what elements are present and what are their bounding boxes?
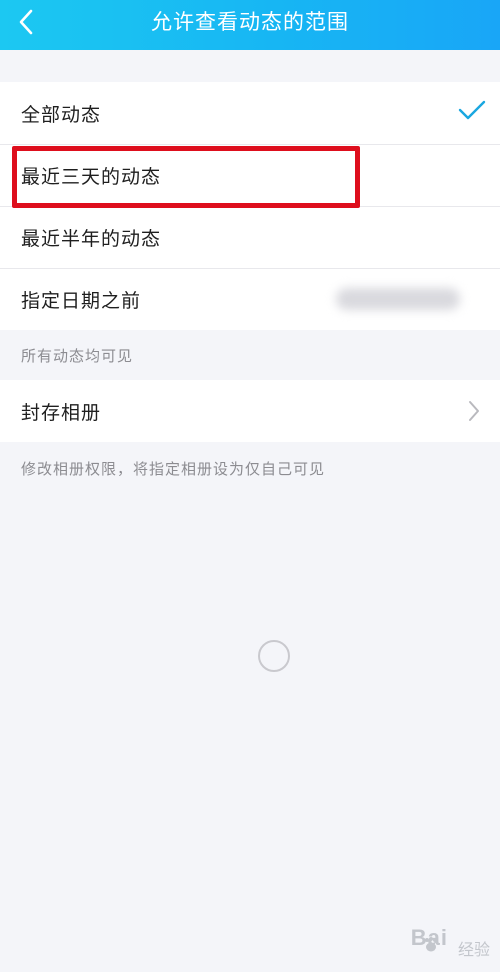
option-label: 最近三天的动态	[21, 165, 162, 188]
option-before-date[interactable]: 指定日期之前	[0, 268, 500, 330]
blurred-date-value	[336, 288, 460, 310]
chevron-right-icon	[469, 401, 479, 421]
album-section: 封存相册	[0, 380, 500, 442]
paw-icon	[425, 937, 437, 952]
album-hint: 修改相册权限，将指定相册设为仅自己可见	[21, 460, 326, 478]
page-title: 允许查看动态的范围	[151, 10, 349, 34]
loading-spinner	[258, 640, 290, 672]
option-label: 最近半年的动态	[21, 227, 162, 250]
nav-bar: 允许查看动态的范围	[0, 0, 500, 50]
option-all-posts[interactable]: 全部动态	[0, 82, 500, 144]
option-last-half-year[interactable]: 最近半年的动态	[0, 206, 500, 268]
option-label: 指定日期之前	[21, 289, 142, 312]
visibility-hint: 所有动态均可见	[21, 347, 134, 365]
watermark-suffix: 经验	[457, 940, 490, 959]
album-lock-row[interactable]: 封存相册	[0, 380, 500, 442]
option-last-three-days[interactable]: 最近三天的动态	[0, 144, 500, 206]
check-icon	[458, 100, 486, 120]
visibility-options-list: 全部动态 最近三天的动态 最近半年的动态 指定日期之前	[0, 82, 500, 330]
album-lock-label: 封存相册	[21, 401, 102, 424]
option-label: 全部动态	[21, 103, 102, 126]
